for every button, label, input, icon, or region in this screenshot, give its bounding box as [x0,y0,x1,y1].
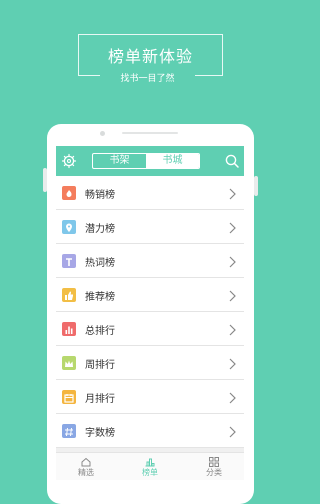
location-pin-icon [62,220,76,234]
tab-featured[interactable]: 精选 [66,453,106,480]
ranking-label: 推荐榜 [85,292,115,303]
list-item-monthly[interactable]: 月排行 [56,380,244,414]
phone-camera [100,131,105,136]
category-grid-icon [209,457,219,467]
chevron-right-icon [227,424,237,438]
list-item-overall[interactable]: 总排行 [56,312,244,346]
home-icon [81,457,91,467]
tab-label: 分类 [206,468,222,477]
list-item-word-count[interactable]: 字数榜 [56,414,244,448]
tab-bookshelf[interactable]: 书架 [93,154,146,168]
bookshelf-bookstore-switch: 书架 书城 [92,153,200,169]
fire-icon [62,186,76,200]
chevron-right-icon [227,186,237,200]
phone-speaker [122,132,178,134]
chevron-right-icon [227,390,237,404]
settings-gear-icon[interactable] [60,152,78,170]
app-header: 书架 书城 [56,146,244,176]
phone-power-button [254,176,258,196]
search-icon[interactable] [223,152,241,170]
text-icon [62,254,76,268]
list-item-hot-words[interactable]: 热词榜 [56,244,244,278]
ranking-label: 总排行 [85,326,115,337]
ranking-label: 潜力榜 [85,224,115,235]
tab-rankings[interactable]: 榜单 [130,453,170,480]
bottom-tab-bar: 精选 榜单 分类 [56,452,244,480]
ranking-list: 畅销榜 潜力榜 热词榜 推荐榜 总排行 周排行 月排行 字数榜 [56,176,244,448]
tab-bookstore[interactable]: 书城 [146,154,199,168]
chevron-right-icon [227,356,237,370]
ranking-label: 畅销榜 [85,190,115,201]
tab-category[interactable]: 分类 [194,453,234,480]
thumbs-up-icon [62,288,76,302]
list-item-recommended[interactable]: 推荐榜 [56,278,244,312]
calendar-icon [62,390,76,404]
bar-chart-icon [62,322,76,336]
promo-subtitle-wrap: 找书一目了然 [100,66,195,84]
crown-icon [62,356,76,370]
list-item-potential[interactable]: 潜力榜 [56,210,244,244]
chevron-right-icon [227,220,237,234]
chevron-right-icon [227,322,237,336]
app-screen: 书架 书城 畅销榜 潜力榜 热词榜 推荐榜 总排行 周排行 月排行 字数榜 精选… [56,146,244,480]
promo-subtitle: 找书一目了然 [120,74,175,84]
ranking-label: 周排行 [85,360,115,371]
list-item-weekly[interactable]: 周排行 [56,346,244,380]
ranking-label: 字数榜 [85,428,115,439]
promo-title: 榜单新体验 [107,47,193,66]
ranking-label: 热词榜 [85,258,115,269]
chevron-right-icon [227,288,237,302]
tab-label: 精选 [78,468,94,477]
number-icon [62,424,76,438]
ranking-label: 月排行 [85,394,115,405]
chevron-right-icon [227,254,237,268]
tab-label: 榜单 [142,468,158,477]
ranking-icon [145,458,155,467]
list-item-bestseller[interactable]: 畅销榜 [56,176,244,210]
